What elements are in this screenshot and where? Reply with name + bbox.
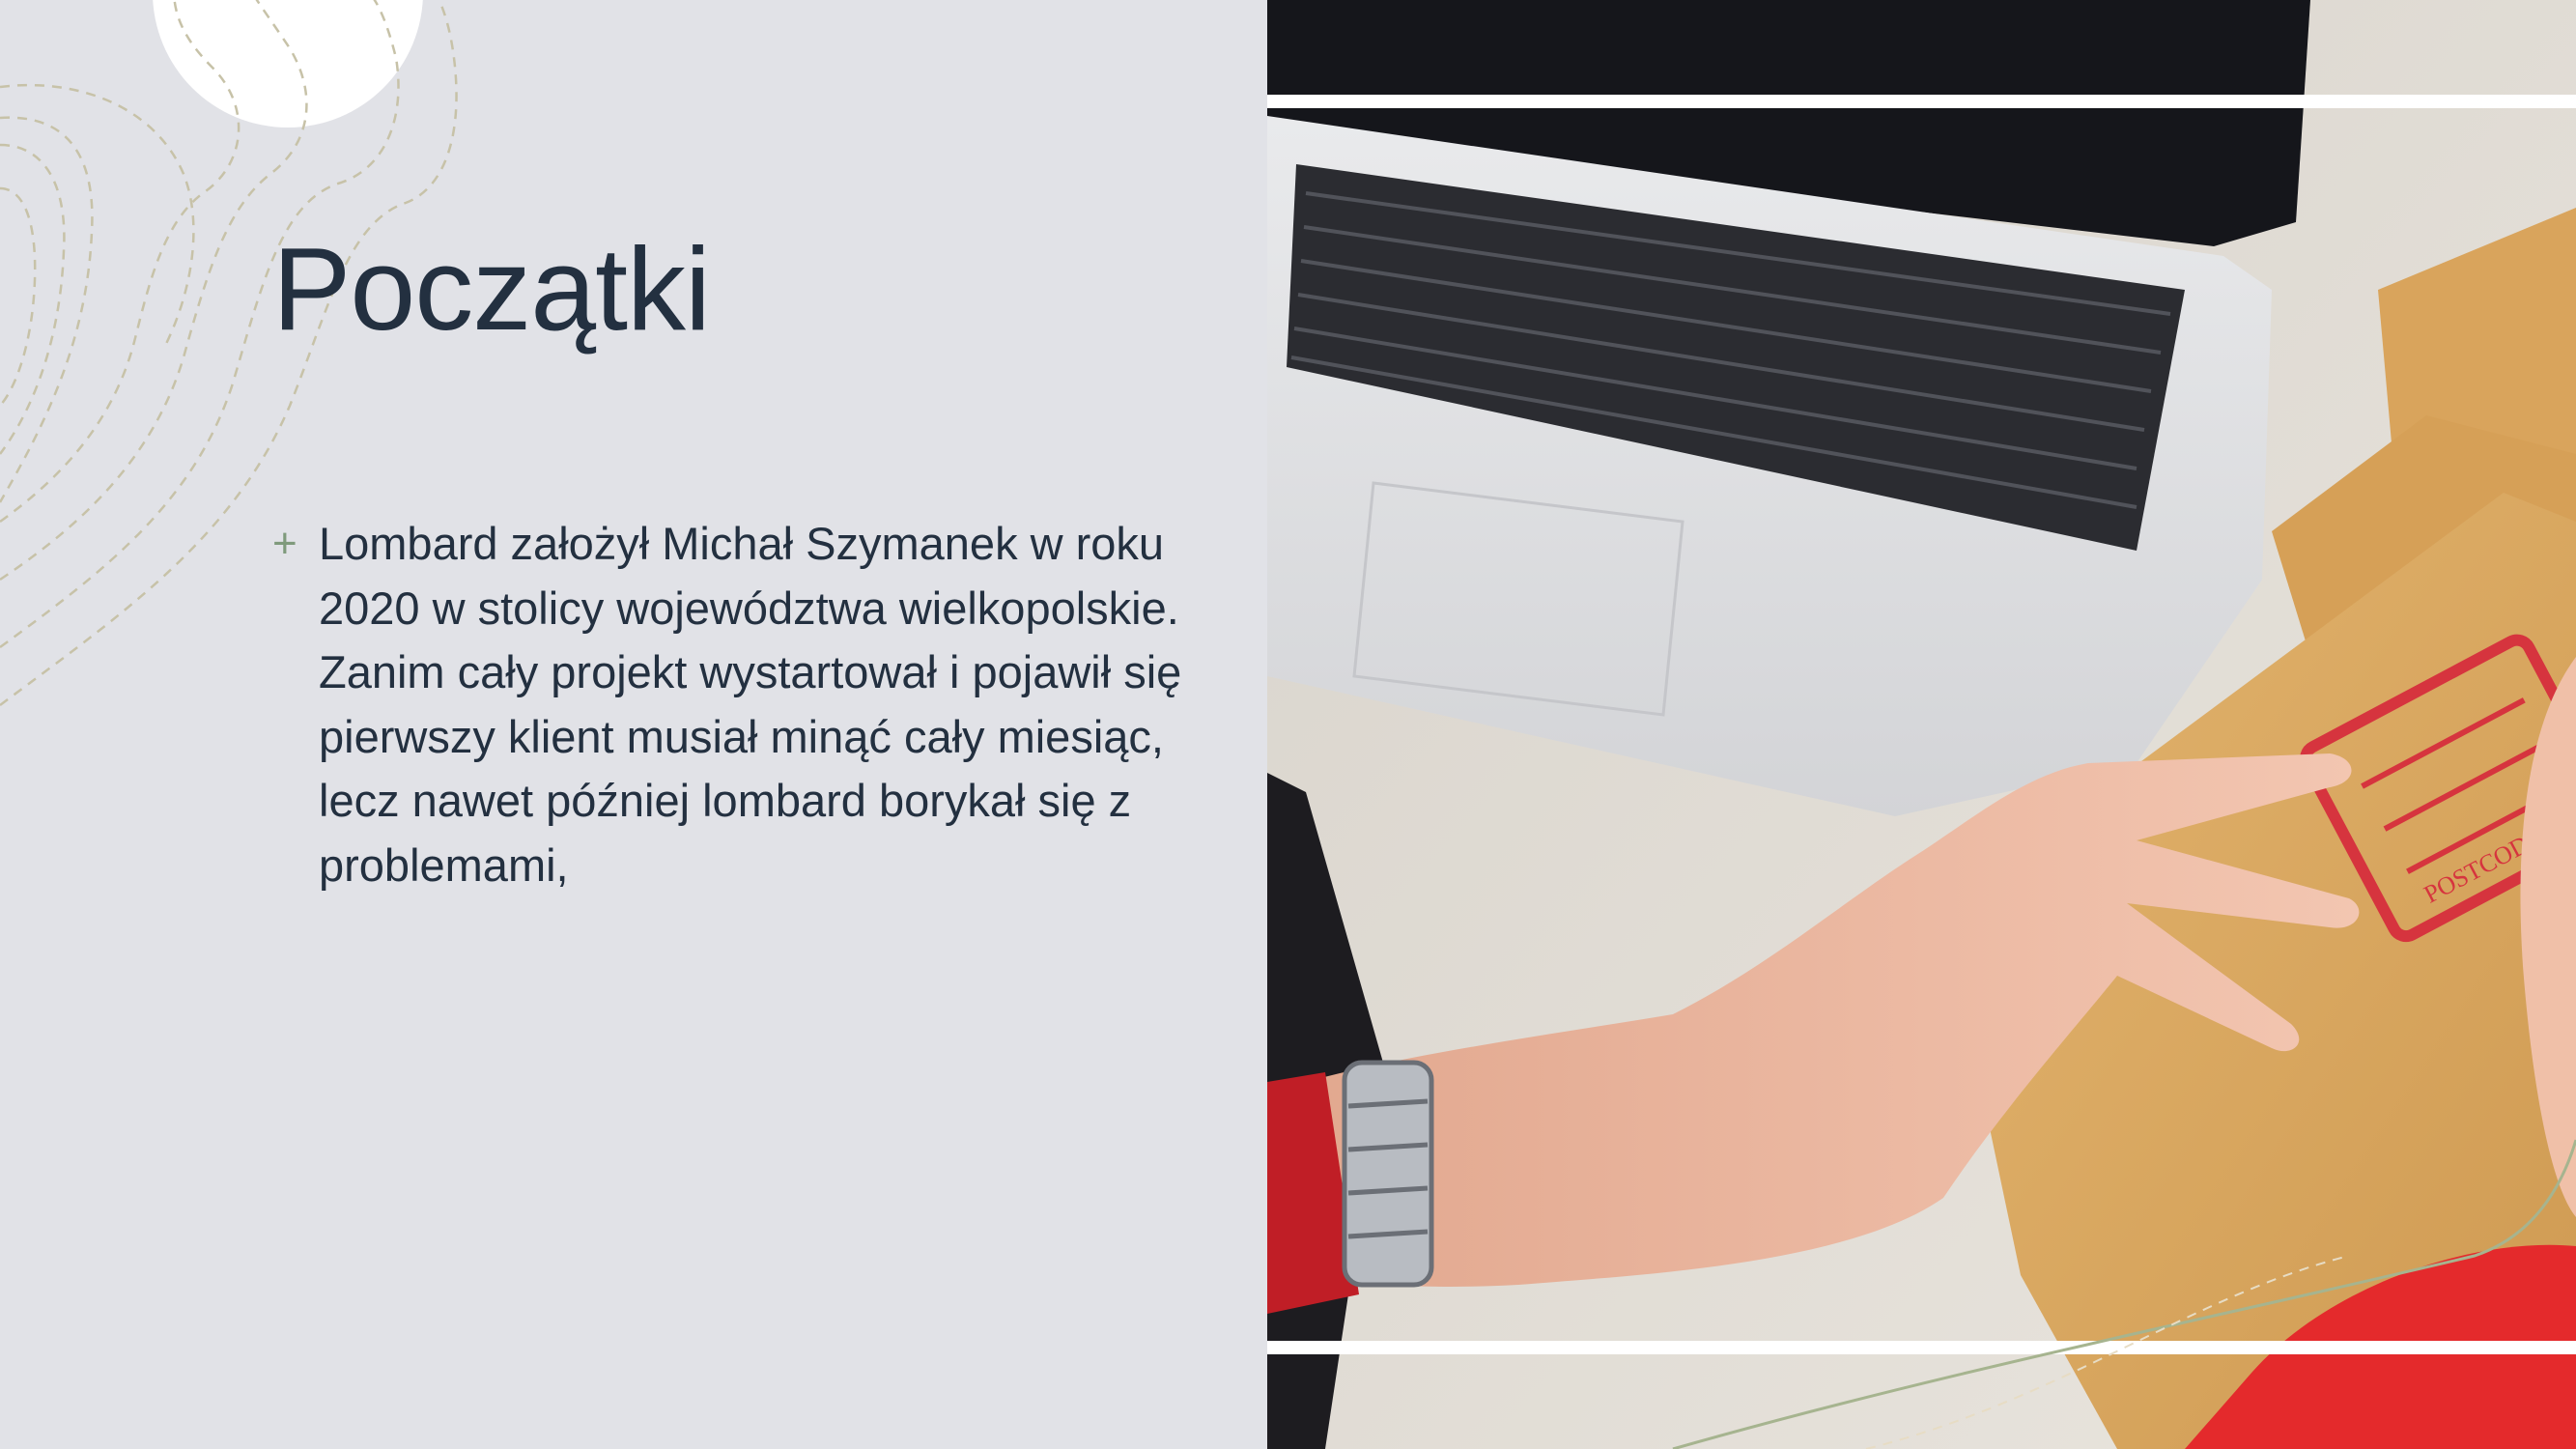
top-white-stripe <box>1267 95 2576 108</box>
wristwatch <box>1342 1060 1434 1288</box>
photo-illustration: POSTCODE <box>1267 0 2576 1449</box>
laptop-package-photo: POSTCODE <box>1267 0 2576 1449</box>
plus-bullet-icon: + <box>272 520 297 567</box>
slide-title: Początki <box>272 223 711 355</box>
bottom-white-stripe <box>1267 1341 2576 1354</box>
bullet-list: + Lombard założył Michał Szymanek w roku… <box>272 512 1200 897</box>
presentation-slide: Początki + Lombard założył Michał Szyman… <box>0 0 2576 1449</box>
bullet-text: Lombard założył Michał Szymanek w roku 2… <box>319 518 1182 891</box>
text-panel: Początki + Lombard założył Michał Szyman… <box>0 0 1267 1449</box>
white-circle-decoration <box>153 0 423 128</box>
list-item: + Lombard założył Michał Szymanek w roku… <box>272 512 1200 897</box>
